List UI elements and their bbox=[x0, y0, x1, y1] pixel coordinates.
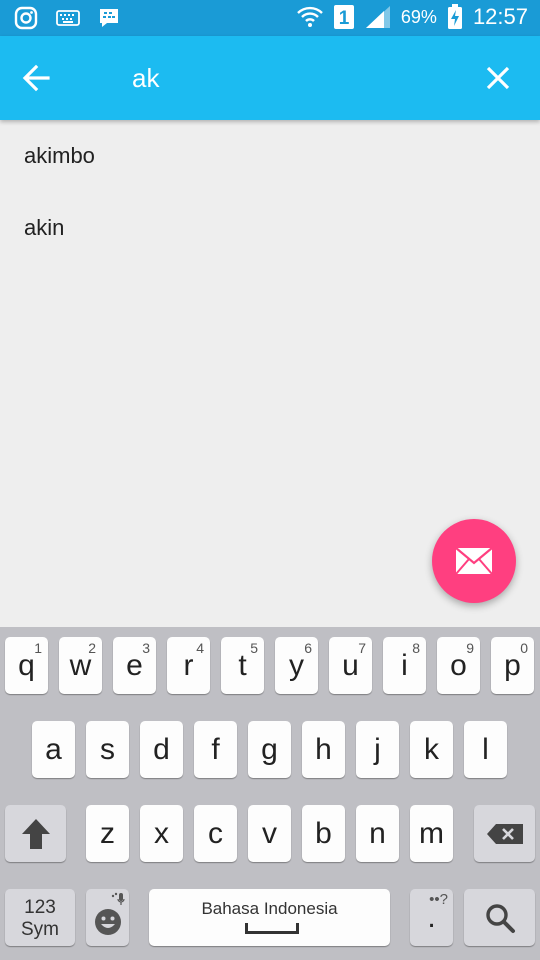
key-label: z bbox=[100, 817, 115, 850]
suggestion-item[interactable]: akimbo bbox=[0, 120, 540, 192]
key-label: s bbox=[100, 733, 115, 766]
key-label: o bbox=[450, 649, 467, 682]
battery-percent: 69% bbox=[400, 6, 437, 27]
mic-icon bbox=[111, 892, 125, 905]
key-m[interactable]: m bbox=[410, 805, 453, 862]
battery-charging-icon bbox=[447, 4, 463, 30]
key-l[interactable]: l bbox=[464, 721, 507, 778]
symbols-key-label: 123 Sym bbox=[21, 897, 59, 940]
key-x[interactable]: x bbox=[140, 805, 183, 862]
key-v[interactable]: v bbox=[248, 805, 291, 862]
key-label: x bbox=[154, 817, 169, 850]
clock: 12:57 bbox=[472, 4, 528, 29]
search-key[interactable] bbox=[464, 889, 535, 946]
keyboard-icon bbox=[56, 10, 80, 26]
key-d[interactable]: d bbox=[140, 721, 183, 778]
key-s[interactable]: s bbox=[86, 721, 129, 778]
space-key-label: Bahasa Indonesia bbox=[201, 899, 338, 918]
key-label: l bbox=[482, 733, 489, 766]
key-label: m bbox=[419, 817, 444, 850]
key-label: p bbox=[504, 649, 521, 682]
space-key[interactable]: Bahasa Indonesia bbox=[149, 889, 390, 946]
symbols-key[interactable]: 123 Sym bbox=[5, 889, 75, 946]
key-label: g bbox=[261, 733, 278, 766]
wifi-icon bbox=[297, 4, 323, 30]
key-label: d bbox=[153, 733, 170, 766]
search-icon bbox=[486, 904, 515, 933]
key-u[interactable]: 7u bbox=[329, 637, 372, 694]
key-label: h bbox=[315, 733, 332, 766]
key-t[interactable]: 5t bbox=[221, 637, 264, 694]
key-h[interactable]: h bbox=[302, 721, 345, 778]
shift-key[interactable] bbox=[5, 805, 66, 862]
instagram-icon bbox=[14, 6, 38, 30]
signal-icon bbox=[365, 5, 391, 29]
search-input[interactable] bbox=[132, 58, 452, 98]
period-key[interactable]: ••? . bbox=[410, 889, 453, 946]
key-j[interactable]: j bbox=[356, 721, 399, 778]
key-label: j bbox=[374, 733, 381, 766]
key-z[interactable]: z bbox=[86, 805, 129, 862]
key-b[interactable]: b bbox=[302, 805, 345, 862]
clear-search-button[interactable] bbox=[480, 60, 516, 96]
key-n[interactable]: n bbox=[356, 805, 399, 862]
emoji-icon bbox=[95, 909, 121, 935]
key-label: c bbox=[208, 817, 223, 850]
close-icon bbox=[486, 66, 510, 90]
mail-icon bbox=[455, 547, 493, 575]
sim-badge: 1 bbox=[333, 4, 355, 30]
status-bar: 1 69% 12:57 bbox=[0, 0, 540, 36]
key-label: y bbox=[289, 649, 304, 682]
bbm-icon bbox=[98, 7, 120, 29]
key-g[interactable]: g bbox=[248, 721, 291, 778]
key-a[interactable]: a bbox=[32, 721, 75, 778]
key-label: k bbox=[424, 733, 439, 766]
soft-keyboard: 1q 2w 3e 4r 5t 6y 7u 8i 9o 0p a s d f g … bbox=[0, 627, 540, 960]
key-c[interactable]: c bbox=[194, 805, 237, 862]
key-label: q bbox=[18, 649, 35, 682]
key-f[interactable]: f bbox=[194, 721, 237, 778]
shift-icon bbox=[22, 819, 50, 849]
key-label: w bbox=[69, 649, 92, 682]
key-label: v bbox=[262, 817, 277, 850]
key-label: t bbox=[238, 649, 247, 682]
key-label: e bbox=[126, 649, 143, 682]
suggestion-list: akimbo akin bbox=[0, 120, 540, 264]
arrow-left-icon bbox=[22, 64, 50, 92]
svg-text:1: 1 bbox=[339, 8, 350, 29]
compose-mail-button[interactable] bbox=[432, 519, 516, 603]
key-label: b bbox=[315, 817, 332, 850]
key-label: a bbox=[45, 733, 62, 766]
key-e[interactable]: 3e bbox=[113, 637, 156, 694]
key-label: r bbox=[183, 649, 194, 682]
key-i[interactable]: 8i bbox=[383, 637, 426, 694]
back-button[interactable] bbox=[18, 60, 54, 96]
key-q[interactable]: 1q bbox=[5, 637, 48, 694]
key-r[interactable]: 4r bbox=[167, 637, 210, 694]
key-p[interactable]: 0p bbox=[491, 637, 534, 694]
backspace-icon bbox=[487, 824, 523, 844]
key-label: u bbox=[342, 649, 359, 682]
key-label: i bbox=[401, 649, 408, 682]
key-k[interactable]: k bbox=[410, 721, 453, 778]
backspace-key[interactable] bbox=[474, 805, 535, 862]
key-w[interactable]: 2w bbox=[59, 637, 102, 694]
key-o[interactable]: 9o bbox=[437, 637, 480, 694]
emoji-key[interactable] bbox=[86, 889, 129, 946]
space-bar-glyph bbox=[245, 923, 299, 934]
key-label: n bbox=[369, 817, 386, 850]
period-key-label: . bbox=[427, 901, 436, 934]
key-y[interactable]: 6y bbox=[275, 637, 318, 694]
suggestion-item[interactable]: akin bbox=[0, 192, 540, 264]
key-label: f bbox=[211, 733, 220, 766]
search-app-bar bbox=[0, 36, 540, 120]
